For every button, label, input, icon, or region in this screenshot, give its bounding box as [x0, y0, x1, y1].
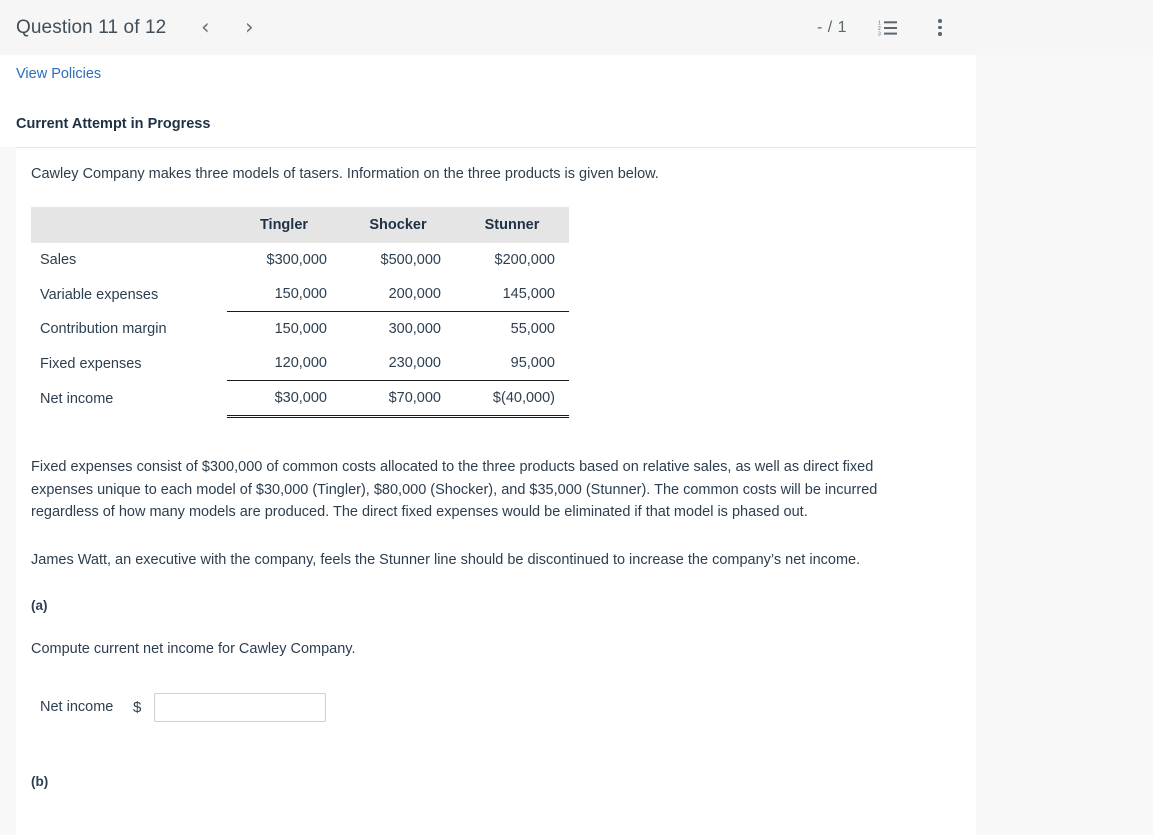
row-label: Contribution margin: [40, 321, 167, 338]
kebab-dot: [938, 25, 942, 30]
cell-value: $300,000: [266, 252, 327, 269]
svg-text:3: 3: [878, 31, 881, 37]
cell-value: 95,000: [455, 346, 569, 382]
kebab-dot: [938, 32, 942, 36]
cell-value: 145,000: [455, 277, 569, 313]
row-label: Sales: [40, 252, 77, 269]
question-body-panel: Cawley Company makes three models of tas…: [16, 148, 976, 835]
row-label: Variable expenses: [40, 286, 159, 303]
toolbar-actions: - / 1 1 2 3: [817, 17, 1137, 39]
more-options-icon[interactable]: [929, 17, 951, 39]
table-row: Sales $300,000 $500,000 $200,000: [31, 243, 569, 277]
cell-value: 200,000: [341, 277, 455, 313]
product-financials-table: Tingler Shocker Stunner Sales $300,000 $…: [31, 207, 569, 419]
cell-value: $(40,000): [455, 380, 569, 419]
cell-value: 150,000: [274, 321, 327, 338]
next-question-button[interactable]: ›: [238, 15, 260, 41]
cell-value: 120,000: [227, 346, 341, 382]
row-label: Fixed expenses: [40, 355, 142, 372]
question-intro-text: Cawley Company makes three models of tas…: [31, 166, 659, 182]
table-row: Variable expenses 150,000 200,000 145,00…: [31, 277, 569, 313]
cell-value: $500,000: [380, 252, 441, 269]
column-header-shocker: Shocker: [341, 207, 455, 244]
page-title: Question 11 of 12: [16, 16, 167, 38]
cell-value: $200,000: [494, 252, 555, 269]
cell-value: $70,000: [341, 380, 455, 419]
net-income-input[interactable]: [154, 692, 327, 722]
kebab-dot: [938, 19, 942, 23]
part-b-label: (b): [31, 773, 49, 789]
cell-value: $30,000: [227, 380, 341, 419]
column-header-tingler: Tingler: [227, 207, 341, 244]
score-display: - / 1: [816, 18, 847, 36]
fixed-expenses-paragraph: Fixed expenses consist of $300,000 of co…: [31, 459, 878, 521]
part-a-label: (a): [31, 598, 48, 614]
previous-question-button[interactable]: ‹: [194, 15, 216, 41]
cell-value: 150,000: [227, 277, 341, 313]
part-a-prompt: Compute current net income for Cawley Co…: [31, 641, 356, 658]
table-row: Contribution margin 150,000 300,000 55,0…: [31, 312, 569, 347]
cell-value: 230,000: [341, 346, 455, 382]
james-watt-paragraph: James Watt, an executive with the compan…: [31, 551, 861, 568]
top-toolbar: Question 11 of 12 ‹ › - / 1 1 2 3: [0, 0, 1153, 55]
cell-value: 55,000: [510, 321, 555, 338]
column-header-stunner: Stunner: [455, 207, 569, 244]
table-row: Net income $30,000 $70,000 $(40,000): [31, 380, 569, 419]
question-navigation: ‹ ›: [194, 15, 260, 41]
row-label: Net income: [40, 390, 114, 407]
cell-value: 300,000: [388, 321, 441, 338]
table-row: Fixed expenses 120,000 230,000 95,000: [31, 346, 569, 382]
numbered-list-icon[interactable]: 1 2 3: [877, 17, 899, 39]
currency-symbol: $: [133, 698, 142, 716]
attempt-header-panel: View Policies Current Attempt in Progres…: [0, 55, 976, 147]
table-header-row: Tingler Shocker Stunner: [31, 207, 569, 244]
net-income-answer-label: Net income: [40, 699, 114, 716]
attempt-status-heading: Current Attempt in Progress: [16, 116, 211, 132]
net-income-answer-row: Net income $: [40, 692, 976, 722]
table-corner-cell: [31, 207, 227, 244]
view-policies-link[interactable]: View Policies: [16, 66, 101, 82]
